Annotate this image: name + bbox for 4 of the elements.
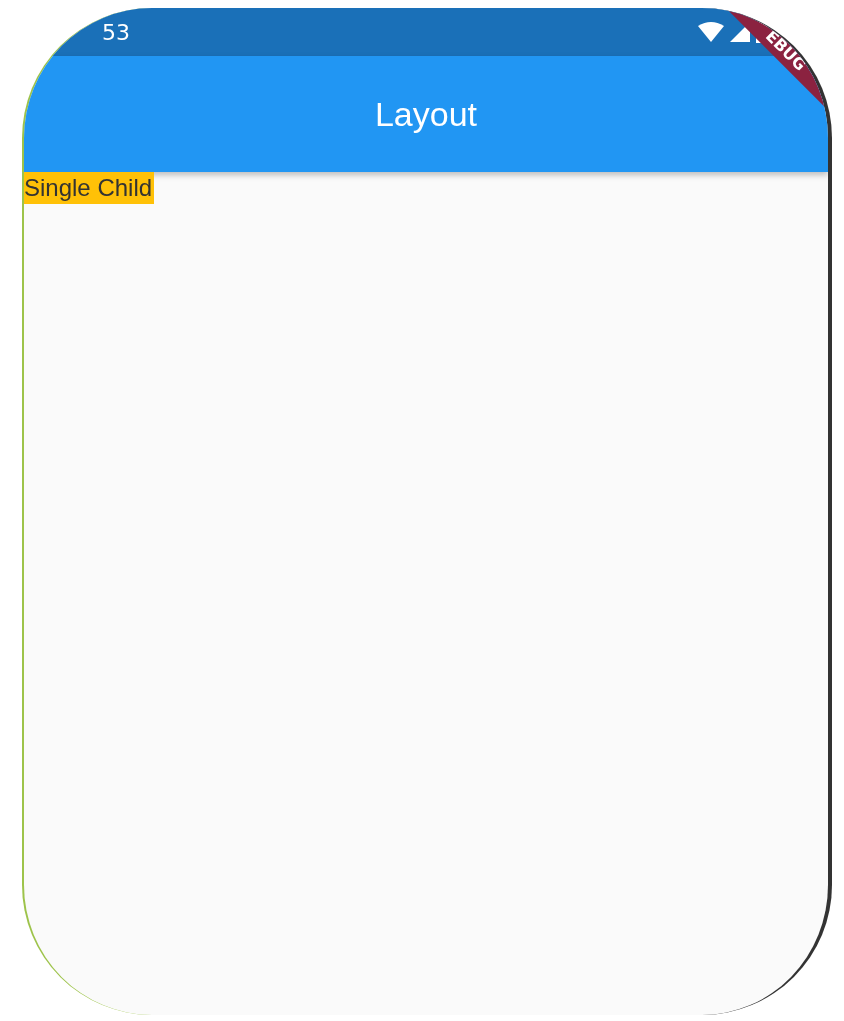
wifi-icon xyxy=(698,22,724,42)
single-child-label: Single Child xyxy=(24,172,155,204)
app-bar-title: Layout xyxy=(374,94,478,134)
status-time: 53 xyxy=(102,19,130,45)
